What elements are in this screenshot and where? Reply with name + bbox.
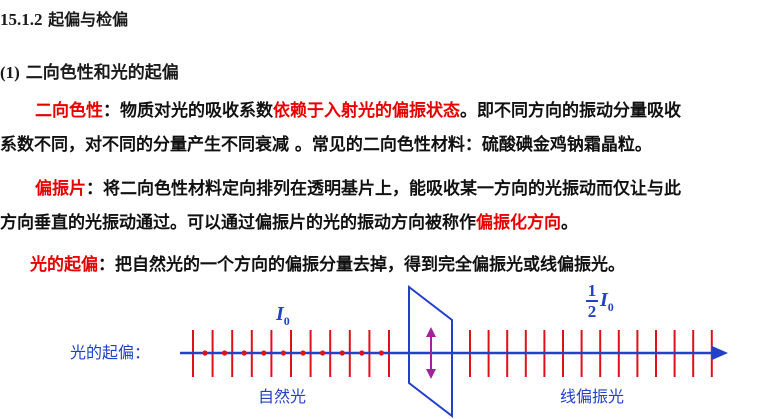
section-heading: 15.1.2 起偏与检偏: [0, 6, 128, 30]
text: 。: [561, 213, 578, 233]
vibration-dot: [222, 350, 228, 356]
light-ray-arrowhead: [712, 346, 728, 360]
intensity-symbol: I: [276, 303, 284, 325]
colon: ：: [103, 101, 120, 121]
vibration-dot: [378, 350, 384, 356]
term-dichroism: 二向色性: [35, 101, 103, 121]
fraction-denominator: 2: [587, 302, 597, 321]
intensity-subscript: 0: [283, 314, 290, 328]
subsection-heading: (1) 二向色性和光的起偏: [0, 58, 179, 83]
vibration-dot: [280, 350, 286, 356]
text: 。即不同方向的振动分量吸收: [460, 101, 681, 121]
paragraph-polarization-line1: 光的起偏：把自然光的一个方向的偏振分量去掉，得到完全偏振光或线偏振光。: [0, 248, 765, 282]
paragraph-dichroism-line2: 系数不同，对不同的分量产生不同衰减 。常见的二向色性材料：硫酸碘金鸡钠霜晶粒。: [0, 135, 652, 155]
paragraph-dichroism-line1: 二向色性：物质对光的吸收系数依赖于入射光的偏振状态。即不同方向的振动分量吸收: [0, 94, 765, 128]
text: 将二向色性材料定向排列在透明基片上，能吸收某一方向的光振动而仅让与此: [103, 179, 681, 199]
intensity-out-label: I0: [600, 289, 614, 315]
diagram-label: 光的起偏：: [70, 343, 151, 362]
one-half-fraction: 1 2: [586, 281, 598, 321]
colon: ：: [86, 179, 103, 199]
highlight-text: 偏振化方向: [476, 213, 561, 233]
intensity-symbol: I: [600, 289, 608, 311]
vibration-dot: [300, 350, 306, 356]
section-title: 起偏与检偏: [48, 10, 129, 29]
vibration-dot: [339, 350, 345, 356]
vibration-dot: [241, 350, 247, 356]
text: 物质对光的吸收系数: [120, 101, 273, 121]
term-polarization: 光的起偏: [30, 255, 98, 275]
intensity-subscript: 0: [607, 300, 614, 314]
section-number: 15.1.2: [0, 10, 43, 29]
vibration-dot: [202, 350, 208, 356]
paragraph-polarizer-line2: 方向垂直的光振动通过。可以通过偏振片的光的振动方向被称作偏振化方向。: [0, 206, 765, 240]
paragraph-polarizer-line1: 偏振片：将二向色性材料定向排列在透明基片上，能吸收某一方向的光振动而仅让与此: [0, 172, 765, 206]
vibration-dot: [359, 350, 365, 356]
vibration-dot: [261, 350, 267, 356]
term-polarizer: 偏振片: [35, 179, 86, 199]
highlight-text: 依赖于入射光的偏振状态: [273, 101, 460, 121]
text: 方向垂直的光振动通过。可以通过偏振片的光的振动方向被称作: [0, 213, 476, 233]
vibration-dot: [320, 350, 326, 356]
intensity-in-label: I0: [276, 303, 290, 329]
text: 把自然光的一个方向的偏振分量去掉，得到完全偏振光或线偏振光。: [115, 255, 625, 275]
natural-light-label: 自然光: [258, 387, 307, 406]
subsection-number: (1): [0, 63, 20, 82]
subsection-title: 二向色性和光的起偏: [25, 63, 179, 83]
fraction-numerator: 1: [587, 281, 597, 300]
colon: ：: [98, 255, 115, 275]
linear-polarized-light-label: 线偏振光: [560, 387, 625, 406]
